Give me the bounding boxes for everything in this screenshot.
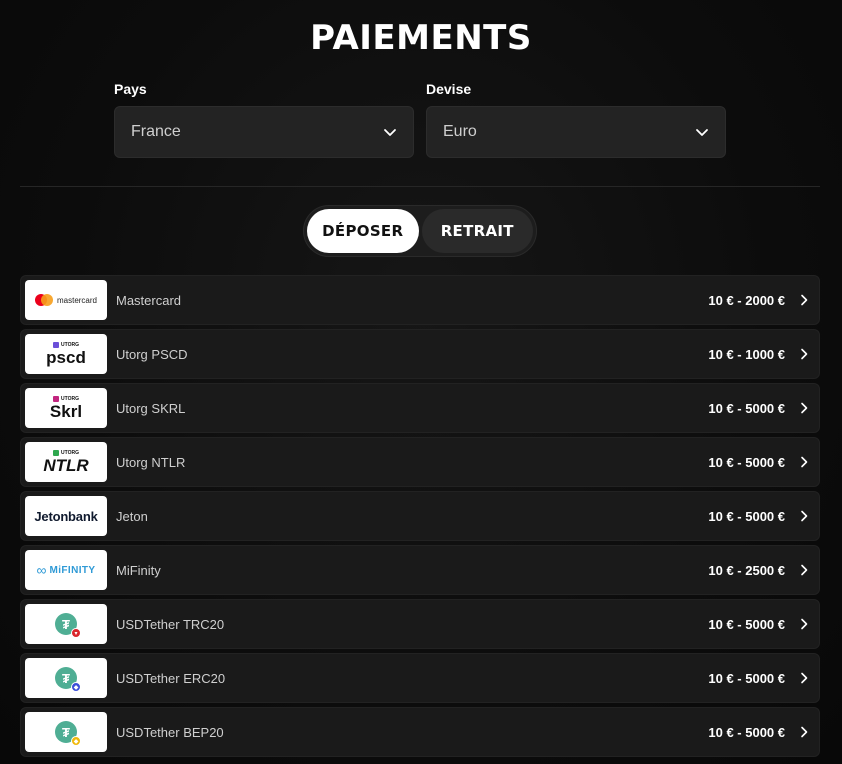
method-range: 10 € - 5000 € <box>708 616 785 632</box>
payment-method-row[interactable]: UTORG Skrl Utorg SKRL 10 € - 5000 € <box>20 383 820 433</box>
currency-field: Devise Euro <box>426 80 726 158</box>
payment-method-row[interactable]: ₮ ▾ USDTether TRC20 10 € - 5000 € <box>20 599 820 649</box>
chevron-right-icon <box>801 294 808 306</box>
logo-text: Skrl <box>49 402 83 421</box>
ethereum-network-icon: ◆ <box>71 682 81 692</box>
method-range: 10 € - 2500 € <box>708 562 785 578</box>
payment-method-row[interactable]: UTORG pscd Utorg PSCD 10 € - 1000 € <box>20 329 820 379</box>
method-name: MiFinity <box>116 562 161 578</box>
method-range: 10 € - 5000 € <box>708 724 785 740</box>
tether-trc20-logo: ₮ ▾ <box>25 604 107 644</box>
logo-brand: UTORG <box>61 395 79 402</box>
utorg-ntlr-logo: UTORG NTLR <box>25 442 107 482</box>
country-label: Pays <box>114 81 147 97</box>
method-name: Mastercard <box>116 292 182 308</box>
logo-text: Jetonbank <box>34 508 98 524</box>
jeton-logo: Jetonbank <box>25 496 107 536</box>
logo-brand: UTORG <box>61 449 79 456</box>
payment-method-row[interactable]: mastercard Mastercard 10 € - 2000 € <box>20 275 820 325</box>
logo-text: mastercard <box>56 295 97 305</box>
mifinity-logo: ∞ MiFINITY <box>25 550 107 590</box>
chevron-down-icon <box>696 129 708 136</box>
method-range: 10 € - 1000 € <box>708 346 785 362</box>
method-name: Jeton <box>116 508 148 524</box>
method-name: Utorg PSCD <box>116 346 188 362</box>
payment-method-row[interactable]: ∞ MiFINITY MiFinity 10 € - 2500 € <box>20 545 820 595</box>
country-select[interactable]: France <box>114 106 414 158</box>
chevron-right-icon <box>801 726 808 738</box>
payment-method-row[interactable]: ₮ ◆ USDTether ERC20 10 € - 5000 € <box>20 653 820 703</box>
chevron-down-icon <box>384 129 396 136</box>
payments-page: PAIEMENTS Pays France Devise Euro DÉPOSE… <box>0 0 842 764</box>
currency-select[interactable]: Euro <box>426 106 726 158</box>
chevron-right-icon <box>801 564 808 576</box>
mastercard-logo: mastercard <box>25 280 107 320</box>
infinity-icon: ∞ <box>36 562 47 578</box>
method-range: 10 € - 5000 € <box>708 454 785 470</box>
logo-text: pscd <box>46 348 86 367</box>
tab-deposit[interactable]: DÉPOSER <box>307 209 419 253</box>
method-name: USDTether BEP20 <box>116 724 224 740</box>
tron-network-icon: ▾ <box>71 628 81 638</box>
chevron-right-icon <box>801 672 808 684</box>
payment-methods-list: mastercard Mastercard 10 € - 2000 € UTOR… <box>20 275 820 761</box>
method-range: 10 € - 5000 € <box>708 508 785 524</box>
mastercard-circles-icon <box>34 294 53 306</box>
deposit-withdraw-toggle: DÉPOSER RETRAIT <box>303 205 537 257</box>
method-range: 10 € - 5000 € <box>708 670 785 686</box>
chevron-right-icon <box>801 456 808 468</box>
logo-text: MiFINITY <box>49 564 96 576</box>
chevron-right-icon <box>801 510 808 522</box>
section-divider <box>20 186 820 187</box>
payment-method-row[interactable]: UTORG NTLR Utorg NTLR 10 € - 5000 € <box>20 437 820 487</box>
bnb-network-icon: ◆ <box>71 736 81 746</box>
currency-label: Devise <box>426 81 472 97</box>
logo-text: NTLR <box>43 456 89 475</box>
chevron-right-icon <box>801 618 808 630</box>
currency-value: Euro <box>443 123 477 140</box>
payment-method-row[interactable]: Jetonbank Jeton 10 € - 5000 € <box>20 491 820 541</box>
country-value: France <box>131 123 181 140</box>
method-name: Utorg NTLR <box>116 454 186 470</box>
logo-brand: UTORG <box>61 341 79 348</box>
method-range: 10 € - 2000 € <box>708 292 785 308</box>
method-name: USDTether TRC20 <box>116 616 225 632</box>
chevron-right-icon <box>801 348 808 360</box>
tether-bep20-logo: ₮ ◆ <box>25 712 107 752</box>
tab-withdraw[interactable]: RETRAIT <box>421 209 533 253</box>
utorg-pscd-logo: UTORG pscd <box>25 334 107 374</box>
method-range: 10 € - 5000 € <box>708 400 785 416</box>
chevron-right-icon <box>801 402 808 414</box>
method-name: USDTether ERC20 <box>116 670 226 686</box>
tether-erc20-logo: ₮ ◆ <box>25 658 107 698</box>
country-field: Pays France <box>114 80 414 158</box>
utorg-skrl-logo: UTORG Skrl <box>25 388 107 428</box>
method-name: Utorg SKRL <box>116 400 186 416</box>
payment-method-row[interactable]: ₮ ◆ USDTether BEP20 10 € - 5000 € <box>20 707 820 757</box>
page-title: PAIEMENTS <box>310 18 532 58</box>
